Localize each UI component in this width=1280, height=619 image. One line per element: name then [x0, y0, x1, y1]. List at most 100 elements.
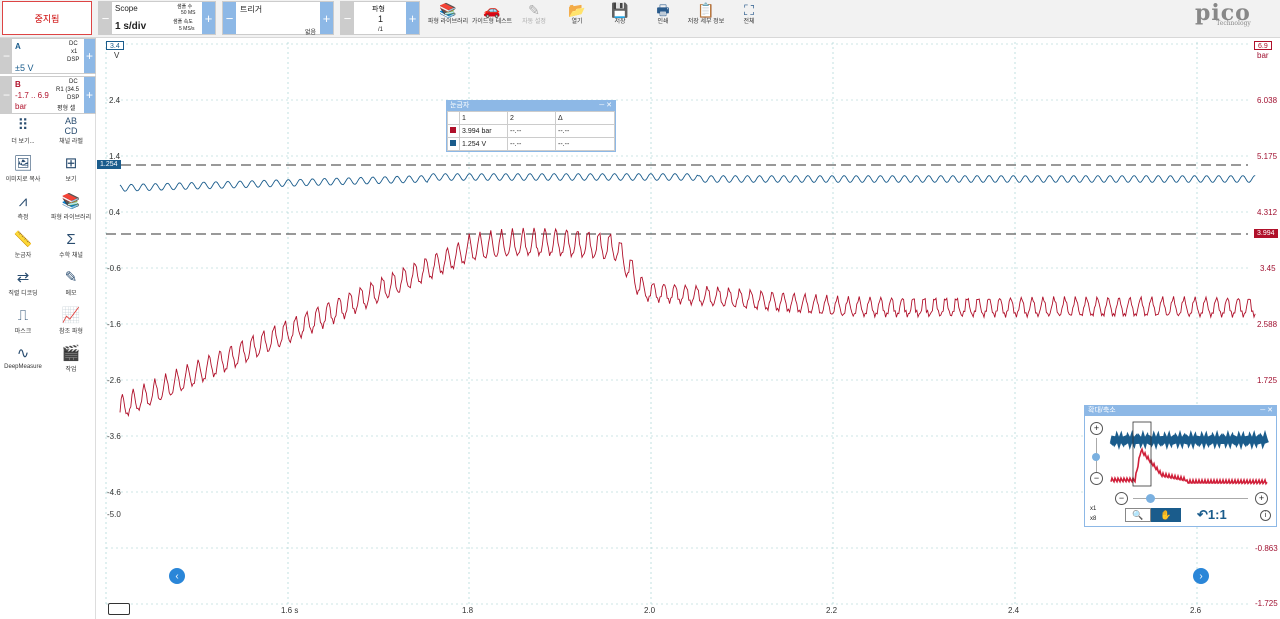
toolbar-details-button[interactable]: 📋 저장 세부 정보 — [684, 2, 728, 26]
channel-b-extra: 평형 셀 — [57, 106, 76, 112]
tool-actions[interactable]: 🎬 작업 — [48, 344, 94, 373]
toolbar-open-button[interactable]: 📂 열기 — [555, 2, 599, 26]
pan-tool-button[interactable]: ✋ — [1151, 508, 1181, 522]
channel-a-trace — [119, 173, 1256, 192]
channel-b-decrease-button[interactable]: − — [1, 77, 12, 113]
ruler-icon: 📏 — [13, 231, 33, 248]
timebase-decrease-button[interactable]: − — [99, 2, 112, 34]
close-icon[interactable]: ─ ✕ — [1260, 406, 1273, 416]
channel-a-level-marker[interactable]: 1.254 — [97, 160, 121, 169]
sidebar: − A ±5 V DC x1 DSP + − B -1.7 .. 6.9 bar… — [0, 38, 96, 619]
hand-icon: ✋ — [1160, 510, 1172, 520]
channel-a-name: A — [15, 42, 21, 51]
library-icon: 📚 — [61, 193, 81, 210]
scroll-left-button[interactable]: ‹ — [169, 568, 185, 584]
scroll-right-button[interactable]: › — [1193, 568, 1209, 584]
zoom-horizontal-slider[interactable] — [1146, 494, 1155, 503]
channel-a-coupling[interactable]: DC — [69, 41, 78, 47]
waveform-prev-button[interactable]: − — [341, 2, 354, 34]
info-icon: i — [1264, 512, 1267, 519]
channel-a-control[interactable]: − A ±5 V DC x1 DSP + — [0, 38, 96, 74]
undo-icon: ↶ — [1197, 507, 1208, 522]
waveform-title: 파형 — [372, 6, 385, 13]
zoom-panel-header[interactable]: 확대/축소 ─ ✕ — [1085, 406, 1276, 416]
trigger-increase-button[interactable]: + — [320, 2, 333, 34]
car-icon: 🚗 — [483, 2, 501, 18]
tool-masks[interactable]: ⎍ 마스크 — [0, 306, 46, 335]
right-tick: 4.312 — [1257, 208, 1278, 217]
tool-serial-decoding[interactable]: ⇄ 직렬 디코딩 — [0, 268, 46, 297]
close-icon[interactable]: ─ ✕ — [599, 101, 612, 111]
tool-views[interactable]: ⊞ 보기 — [48, 154, 94, 183]
tool-measure[interactable]: ⩘ 측정 — [0, 192, 46, 221]
zoom-out-button[interactable]: − — [1090, 472, 1103, 485]
tool-waveform-library[interactable]: 📚 파형 라이브러리 — [48, 192, 94, 221]
zoom-overview-preview[interactable] — [1107, 420, 1270, 490]
samples-value[interactable]: 50 MS — [181, 10, 195, 16]
right-axis-top[interactable]: 6.9 — [1254, 41, 1272, 50]
tool-rulers[interactable]: 📏 눈금자 — [0, 230, 46, 259]
toolbar-auto-setup-button[interactable]: ✎ 자동 설정 — [512, 2, 556, 26]
reset-zoom-button[interactable]: ↶1:1 — [1197, 507, 1227, 523]
x-tick: 2.0 — [644, 606, 656, 615]
toolbar-fullscreen-button[interactable]: ⛶ 전체 — [727, 2, 771, 26]
info-button[interactable]: i — [1260, 510, 1271, 521]
toolbar-save-button[interactable]: 💾 저장 — [598, 2, 642, 26]
tool-notes[interactable]: ✎ 메모 — [48, 268, 94, 297]
channel-b-increase-button[interactable]: + — [84, 77, 95, 113]
waveform-control[interactable]: − 파형 1 /1 + — [340, 1, 420, 35]
zoom-tool-button[interactable]: 🔍 — [1125, 508, 1151, 522]
trigger-decrease-button[interactable]: − — [223, 2, 236, 34]
tool-channel-labels[interactable]: AB CD 채널 라벨 — [48, 116, 94, 145]
right-tick: 2.588 — [1257, 320, 1278, 329]
left-axis-top[interactable]: 3.4 — [106, 41, 124, 50]
tool-reference-waveforms[interactable]: 📈 참조 파형 — [48, 306, 94, 335]
trigger-mode[interactable]: 없음 — [305, 27, 316, 36]
plot-grid — [105, 42, 1248, 605]
trigger-marker[interactable] — [108, 603, 130, 615]
channel-b-coupling[interactable]: DC — [69, 79, 78, 85]
channel-a-decrease-button[interactable]: − — [1, 39, 12, 73]
right-tick: -0.863 — [1255, 544, 1278, 553]
scope-plot[interactable] — [98, 38, 1280, 619]
x-tick: 2.4 — [1008, 606, 1020, 615]
toolbar-library-button[interactable]: 📚 파형 라이브러리 — [426, 2, 470, 26]
channel-b-control[interactable]: − B -1.7 .. 6.9 bar DC R1 (34.5 DSP 평형 셀… — [0, 76, 96, 114]
toolbar-print-button[interactable]: 🖶 인쇄 — [641, 2, 685, 26]
timebase-control[interactable]: Scope 1 s/div 샘플 수 50 MS 샘플 속도 5 MS/s − … — [98, 1, 216, 35]
toolbar-guided-test-button[interactable]: 🚗 가이드형 테스트 — [470, 2, 514, 26]
tool-more[interactable]: ⠿ 더 보기... — [0, 116, 46, 145]
zoom-x-out-button[interactable]: − — [1115, 492, 1128, 505]
left-tick: -3.6 — [107, 432, 121, 441]
compass-icon: ⩘ — [18, 193, 28, 210]
stop-button[interactable]: 중지됨 — [2, 1, 92, 35]
channel-a-probe[interactable]: x1 — [71, 49, 77, 55]
timebase-increase-button[interactable]: + — [202, 2, 215, 34]
channel-a-increase-button[interactable]: + — [84, 39, 95, 73]
channel-b-probe[interactable]: R1 (34.5 — [56, 87, 79, 93]
timebase-value[interactable]: 1 s/div — [115, 21, 146, 32]
waveform-total: /1 — [378, 27, 384, 33]
table-row: 3.994 bar --.-- --.-- — [447, 124, 615, 138]
zoom-x8-label: x8 — [1090, 516, 1097, 522]
tool-deepmeasure[interactable]: ∿ DeepMeasure — [0, 344, 46, 370]
channel-b-range[interactable]: -1.7 .. 6.9 — [15, 91, 49, 100]
ruler-legend[interactable]: 눈금자 ─ ✕ 1 2 Δ 3.994 bar --.-- --.-- 1.254… — [446, 100, 616, 152]
zoom-overview-panel[interactable]: 확대/축소 ─ ✕ + − − + x1 x8 🔍 ✋ ↶1:1 i — [1084, 405, 1277, 527]
right-axis-unit: bar — [1257, 51, 1269, 60]
trigger-control[interactable]: − 트리거 없음 + — [222, 1, 334, 36]
zoom-vertical-slider[interactable] — [1092, 453, 1100, 461]
tool-math-channels[interactable]: Σ 수학 채널 — [48, 230, 94, 259]
zoom-in-button[interactable]: + — [1090, 422, 1103, 435]
deepmeasure-icon: ∿ — [16, 345, 30, 362]
channel-b-mode[interactable]: DSP — [67, 95, 79, 101]
ruler-legend-header[interactable]: 눈금자 ─ ✕ — [447, 101, 615, 111]
zoom-x-in-button[interactable]: + — [1255, 492, 1268, 505]
waveform-number[interactable]: 1 — [378, 14, 383, 24]
channel-a-range[interactable]: ±5 V — [15, 63, 33, 73]
tool-copy-image[interactable]: 🖼 이미지로 복사 — [0, 154, 46, 183]
waveform-next-button[interactable]: + — [406, 2, 419, 34]
rate-value[interactable]: 5 MS/s — [179, 26, 195, 32]
channel-b-level-marker[interactable]: 3.994 — [1254, 229, 1278, 238]
channel-a-mode[interactable]: DSP — [67, 57, 79, 63]
